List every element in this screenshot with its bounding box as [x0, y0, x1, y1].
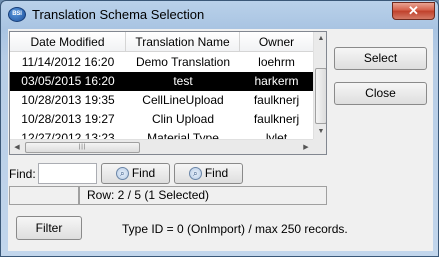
table-row[interactable]: 11/14/2012 16:20 Demo Translation loehrm	[10, 53, 313, 72]
select-button[interactable]: Select	[334, 47, 427, 70]
cell-name: CellLineUpload	[142, 93, 224, 107]
cell-owner: faulknerj	[253, 112, 300, 126]
scroll-left-arrow-icon[interactable]: ◀	[10, 140, 24, 154]
cell-date: 10/28/2013 19:27	[21, 112, 115, 126]
scroll-up-arrow-icon[interactable]: ▲	[314, 32, 326, 46]
cell-name: Clin Upload	[151, 112, 215, 126]
title-bar[interactable]: BSI Translation Schema Selection ✕	[1, 1, 438, 29]
column-header-translation-name[interactable]: Translation Name	[126, 32, 240, 52]
app-logo-icon: BSI	[8, 7, 26, 22]
cell-date: 11/14/2012 16:20	[21, 55, 115, 69]
cell-owner: loehrm	[258, 55, 295, 69]
window-title: Translation Schema Selection	[32, 7, 205, 22]
window-close-button[interactable]: ✕	[392, 2, 435, 20]
table-header: Date Modified Translation Name Owner	[10, 32, 313, 52]
filter-button[interactable]: Filter	[16, 216, 82, 240]
cell-owner: harkerm	[254, 74, 299, 88]
status-panel-left	[9, 186, 79, 205]
scroll-right-arrow-icon[interactable]: ▶	[299, 140, 313, 154]
find-prev-button[interactable]: ⌕Find Prev	[174, 163, 243, 199]
row-status: Row: 2 / 5 (1 Selected)	[79, 186, 327, 205]
horizontal-scroll-thumb[interactable]: |||	[25, 142, 140, 153]
cell-date: 10/28/2013 19:35	[21, 93, 115, 107]
vertical-scrollbar[interactable]: ▲ ▼	[313, 32, 326, 139]
scroll-down-arrow-icon[interactable]: ▼	[314, 125, 326, 139]
find-input[interactable]	[38, 163, 97, 184]
close-button[interactable]: Close	[334, 82, 427, 105]
find-label: Find:	[9, 167, 36, 181]
column-header-owner[interactable]: Owner	[240, 32, 313, 52]
vertical-scroll-thumb[interactable]	[315, 68, 326, 124]
table-row[interactable]: 10/28/2013 19:27 Clin Upload faulknerj	[10, 110, 313, 129]
search-icon: ⌕	[115, 167, 129, 181]
table-row-selected[interactable]: 03/05/2015 16:20 test harkerm	[10, 72, 313, 91]
horizontal-scrollbar[interactable]: ◀ ||| ▶	[10, 139, 313, 154]
search-icon: ⌕	[188, 167, 202, 181]
scrollbar-corner	[313, 139, 326, 154]
cell-name: Demo Translation	[135, 55, 231, 69]
cell-name: test	[173, 74, 193, 88]
cell-owner: faulknerj	[253, 93, 300, 107]
schema-table: Date Modified Translation Name Owner 11/…	[9, 31, 327, 155]
find-next-button[interactable]: ⌕Find Next	[101, 163, 170, 199]
type-info-text: Type ID = 0 (OnImport) / max 250 records…	[122, 222, 348, 236]
column-header-date-modified[interactable]: Date Modified	[10, 32, 126, 52]
cell-date: 03/05/2015 16:20	[21, 74, 115, 88]
dialog-content: Date Modified Translation Name Owner 11/…	[8, 29, 433, 251]
table-row[interactable]: 10/28/2013 19:35 CellLineUpload faulkner…	[10, 91, 313, 110]
dialog-window: BSI Translation Schema Selection ✕ Date …	[0, 0, 439, 257]
